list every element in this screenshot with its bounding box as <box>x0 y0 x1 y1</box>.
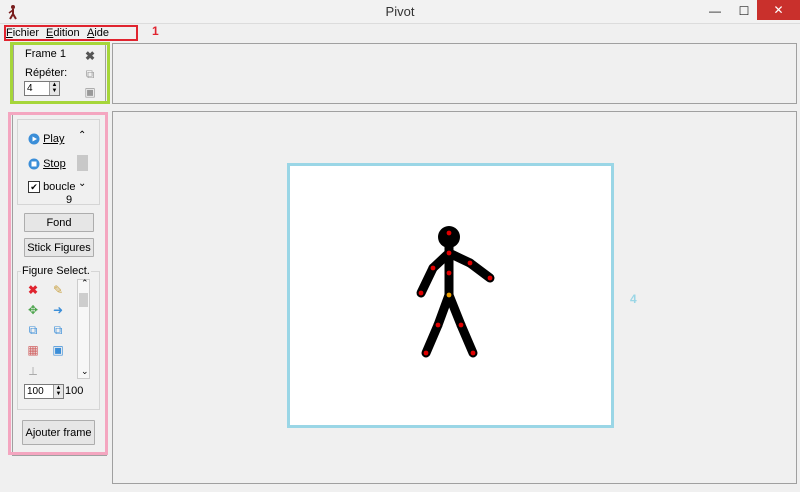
frame-timeline[interactable] <box>112 43 797 104</box>
annotation-label-1: 1 <box>152 24 159 38</box>
maximize-icon[interactable]: ☐ <box>730 1 758 21</box>
annotation-box-frame <box>10 42 110 104</box>
minimize-icon[interactable]: — <box>701 1 729 21</box>
annotation-box-toolbox <box>8 112 108 455</box>
annotation-box-canvas <box>287 163 614 428</box>
annotation-label-4: 4 <box>630 292 637 306</box>
window-title: Pivot <box>385 4 415 19</box>
title-bar: Pivot — ☐ ✕ <box>0 0 800 24</box>
close-icon[interactable]: ✕ <box>757 0 800 20</box>
annotation-box-menu <box>4 25 138 41</box>
